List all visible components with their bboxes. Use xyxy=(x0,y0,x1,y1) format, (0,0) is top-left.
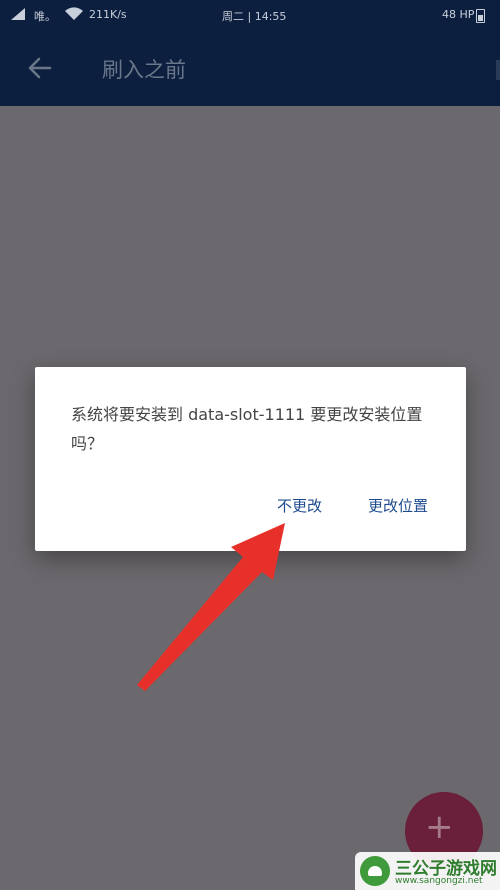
android-logo-icon xyxy=(360,856,390,886)
battery-icon xyxy=(476,9,485,23)
wifi-icon xyxy=(65,7,83,21)
carrier-label: 唯。 xyxy=(34,10,56,23)
network-speed: 211K/s xyxy=(89,8,127,21)
battery-level: 48 HP xyxy=(442,8,475,21)
plus-icon: + xyxy=(425,807,454,847)
red-arrow-annotation xyxy=(137,523,285,691)
clock: 周二 | 14:55 xyxy=(222,10,287,23)
watermark-url: www.sangongzi.net xyxy=(395,876,483,886)
status-bar: 唯。 211K/s 周二 | 14:55 48 HP xyxy=(0,0,500,30)
dialog-message: 系统将要安装到 data-slot-1111 要更改安装位置吗？ xyxy=(71,405,423,453)
signal-icon xyxy=(11,8,25,20)
change-location-button[interactable]: 更改位置 xyxy=(368,495,428,516)
edge-indicator xyxy=(496,60,500,80)
page-title: 刷入之前 xyxy=(102,58,186,82)
app-bar: 刷入之前 xyxy=(0,30,500,106)
back-arrow-icon xyxy=(28,57,52,79)
back-button[interactable] xyxy=(24,52,56,84)
site-watermark: 三公子游戏网 www.sangongzi.net xyxy=(355,852,500,890)
